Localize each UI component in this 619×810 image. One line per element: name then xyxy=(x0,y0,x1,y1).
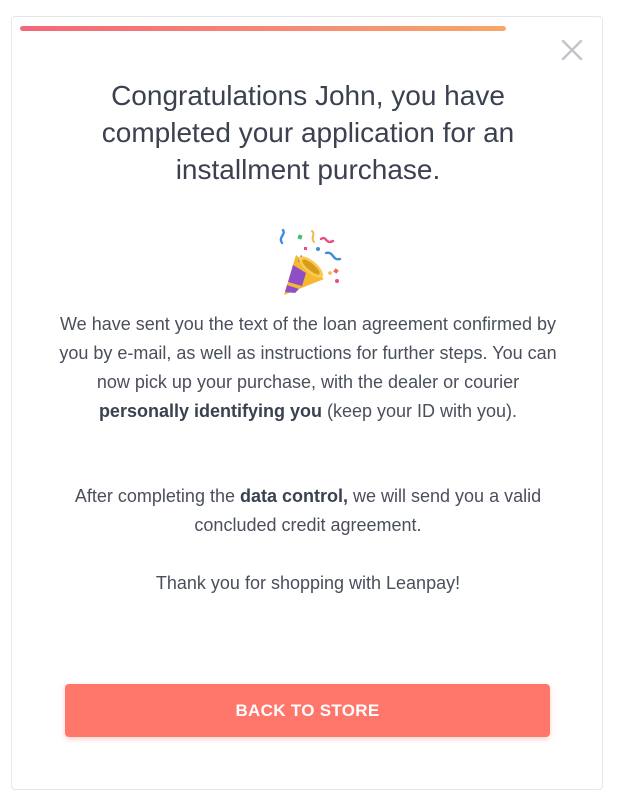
instructions-emphasis: personally identifying you xyxy=(98,401,322,421)
page-title: Congratulations John, you have completed… xyxy=(101,80,515,185)
instructions-text: We have sent you the text of the loan ag… xyxy=(59,314,557,392)
instructions-paragraph: We have sent you the text of the loan ag… xyxy=(52,310,564,426)
thank-you-message: Thank you for shopping with Leanpay! xyxy=(155,573,461,593)
data-control-text: After completing the xyxy=(74,486,240,506)
instructions-text-end: (keep your ID with you). xyxy=(321,401,518,421)
back-to-store-button[interactable]: BACK TO STORE xyxy=(65,684,550,737)
data-control-paragraph: After completing the data control, we wi… xyxy=(52,482,564,540)
data-control-emphasis: data control, xyxy=(239,486,348,506)
completion-card: Congratulations John, you have completed… xyxy=(11,16,603,790)
party-popper-icon xyxy=(274,228,344,299)
close-icon[interactable] xyxy=(560,38,584,62)
progress-bar-fill xyxy=(20,26,506,31)
progress-bar xyxy=(20,26,506,31)
